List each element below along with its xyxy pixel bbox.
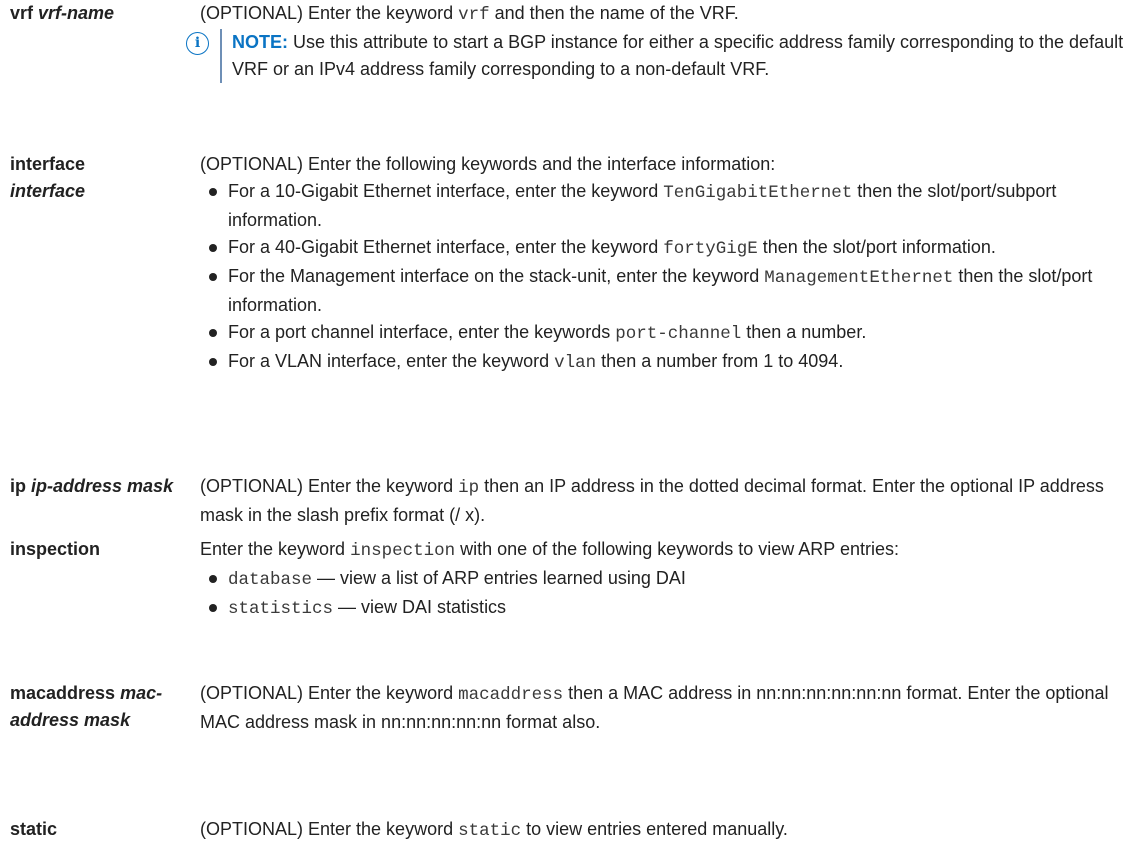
list-item: For a 40-Gigabit Ethernet interface, ent… [200, 234, 1140, 263]
param-desc-ip: (OPTIONAL) Enter the keyword ip then an … [200, 473, 1140, 529]
term-keyword: ip [10, 476, 26, 496]
desc-text: (OPTIONAL) Enter the following keywords … [200, 154, 776, 174]
list-item: statistics — view DAI statistics [200, 594, 1140, 623]
list-item: For a 10-Gigabit Ethernet interface, ent… [200, 178, 1140, 234]
param-term-static: static [10, 816, 178, 843]
term-argument: ip-address mask [31, 476, 174, 496]
option-list: For a 10-Gigabit Ethernet interface, ent… [200, 178, 1140, 377]
term-keyword: static [10, 819, 58, 839]
param-desc-interface: (OPTIONAL) Enter the following keywords … [200, 151, 1140, 377]
param-term-inspection: inspection [10, 536, 178, 563]
desc-code: vrf [458, 5, 490, 25]
note-box: i NOTE: Use this attribute to start a BG… [186, 29, 1140, 83]
list-item: For a port channel interface, enter the … [200, 319, 1140, 348]
info-icon: i [186, 32, 209, 55]
desc-pre: (OPTIONAL) Enter the keyword [200, 3, 459, 23]
list-item: For a VLAN interface, enter the keyword … [200, 348, 1140, 377]
desc-text: (OPTIONAL) Enter the keyword macaddress … [200, 683, 1109, 732]
term-keyword: inspection [10, 539, 101, 559]
term-keyword: vrf [10, 3, 34, 23]
note-text: Use this attribute to start a BGP instan… [232, 32, 1124, 79]
param-term-vrf: vrf vrf-name [10, 0, 178, 27]
term-keyword: macaddress [10, 683, 116, 703]
term-argument: vrf-name [38, 3, 115, 23]
param-desc-macaddress: (OPTIONAL) Enter the keyword macaddress … [200, 680, 1140, 736]
term-keyword: interface [10, 154, 86, 174]
option-list: database — view a list of ARP entries le… [200, 565, 1140, 623]
desc-text: (OPTIONAL) Enter the keyword vrf and the… [200, 0, 1140, 29]
term-argument: interface [10, 181, 86, 201]
param-term-ip: ip ip-address mask [10, 473, 178, 500]
param-term-macaddress: macaddress mac-address mask [10, 680, 178, 734]
list-item: For the Management interface on the stac… [200, 263, 1140, 319]
list-item: database — view a list of ARP entries le… [200, 565, 1140, 594]
param-desc-vrf: (OPTIONAL) Enter the keyword vrf and the… [186, 0, 1140, 83]
param-term-interface: interface interface [10, 151, 178, 205]
param-desc-inspection: Enter the keyword inspection with one of… [200, 536, 1140, 623]
desc-text: (OPTIONAL) Enter the keyword static to v… [200, 819, 788, 841]
note-label: NOTE: [232, 32, 288, 52]
desc-text: Enter the keyword inspection with one of… [200, 539, 900, 561]
param-desc-static: (OPTIONAL) Enter the keyword static to v… [200, 816, 1140, 845]
desc-post: and then the name of the VRF. [489, 3, 739, 23]
desc-text: (OPTIONAL) Enter the keyword ip then an … [200, 476, 1104, 525]
